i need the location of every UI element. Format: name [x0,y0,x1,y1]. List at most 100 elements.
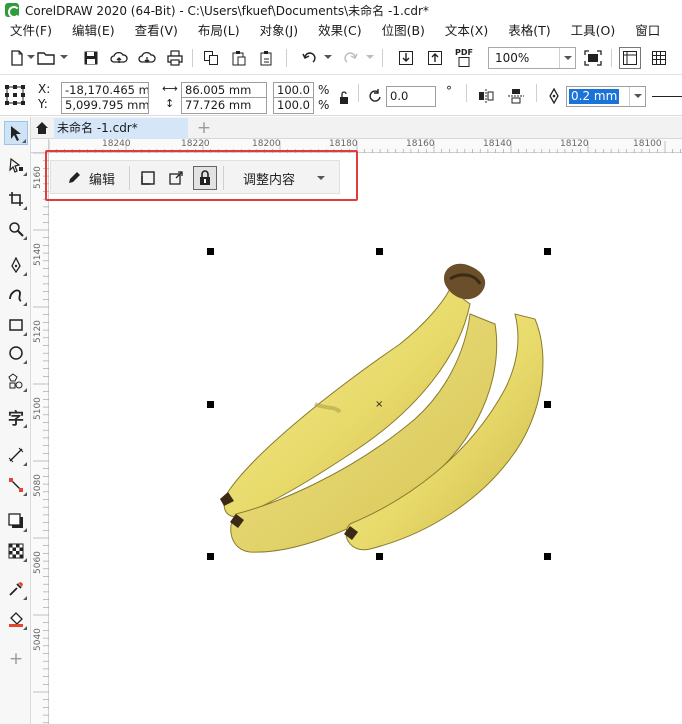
chevron-down-icon [317,176,325,180]
eyedropper-tool-icon[interactable] [4,577,28,601]
crop-frame-icon[interactable] [137,166,159,190]
drop-shadow-tool-icon[interactable] [4,509,28,533]
show-grid-icon[interactable] [648,47,670,69]
open-folder-icon[interactable] [35,47,57,69]
selection-handle-left[interactable] [207,401,214,408]
copy-icon[interactable] [200,47,222,69]
menu-layout[interactable]: 布局(L) [188,20,250,42]
propbar-separator [358,84,359,102]
freehand-tool-icon[interactable] [4,253,28,277]
zoom-dropdown-icon[interactable] [559,48,575,68]
selection-handle-top-left[interactable] [207,248,214,255]
reference-point-icon[interactable] [4,84,26,106]
interactive-fill-tool-icon[interactable] [4,607,28,631]
polygon-tool-icon[interactable] [4,369,28,393]
ruler-label: 18120 [560,139,589,149]
menu-tools[interactable]: 工具(O) [561,20,626,42]
menu-view[interactable]: 查看(V) [125,20,188,42]
menu-file[interactable]: 文件(F) [0,20,62,42]
standard-toolbar: PDF [0,42,682,75]
menu-window[interactable]: 窗口 [625,20,670,42]
ruler-label: 18220 [181,139,210,149]
menu-effects[interactable]: 效果(C) [308,20,371,42]
y-position-field[interactable]: 5,099.795 mm [61,97,149,114]
rectangle-tool-icon[interactable] [4,313,28,337]
cloud-upload-icon[interactable] [108,47,130,69]
outline-width-combobox[interactable]: 0.2 mm [566,86,646,107]
export-icon[interactable] [424,47,446,69]
mirror-horizontal-icon[interactable] [475,85,497,107]
ruler-label: 18100 [633,139,662,149]
publish-pdf-button[interactable]: PDF [453,47,475,69]
undo-dropdown-arrow[interactable] [324,55,332,59]
selection-handle-top-right[interactable] [544,248,551,255]
menu-text[interactable]: 文本(X) [435,20,498,42]
lock-content-icon[interactable] [193,166,217,190]
banana-bitmap[interactable] [50,154,682,724]
edit-bitmap-label: 编辑 [88,172,115,188]
paste-special-icon[interactable] [256,47,278,69]
artistic-media-tool-icon[interactable] [4,283,28,307]
open-dropdown-arrow[interactable] [60,55,68,59]
rotation-icon [364,85,386,107]
new-dropdown-arrow[interactable] [27,55,35,59]
selection-handle-top[interactable] [376,248,383,255]
menu-table[interactable]: 表格(T) [498,20,560,42]
transparency-tool-icon[interactable] [4,539,28,563]
window-title: CorelDRAW 2020 (64-Bit) - C:\Users\fkuef… [25,3,429,18]
customize-toolbox-plus-icon[interactable]: + [4,647,28,671]
selection-handle-bottom-left[interactable] [207,553,214,560]
shape-tool-icon[interactable] [4,153,28,177]
pick-tool-icon[interactable] [4,121,28,145]
import-icon[interactable] [395,47,417,69]
cloud-download-icon[interactable] [136,47,158,69]
ellipse-tool-icon[interactable] [4,341,28,365]
outline-width-dropdown-icon[interactable] [629,87,645,106]
scale-y-field[interactable]: 100.0 [273,97,314,114]
height-field[interactable]: 77.726 mm [181,97,267,114]
print-icon[interactable] [164,47,186,69]
undo-icon[interactable] [298,47,320,69]
document-tab[interactable]: 未命名 -1.cdr* [54,118,188,139]
y-label: Y: [38,97,48,111]
ruler-origin[interactable] [31,139,49,153]
menu-object[interactable]: 对象(J) [250,20,308,42]
new-document-icon[interactable] [6,47,28,69]
lock-ratio-icon[interactable] [333,87,355,109]
add-tab-button[interactable]: + [193,117,215,139]
save-icon[interactable] [80,47,102,69]
rotation-angle-field[interactable]: 0.0 [386,86,436,107]
paste-icon[interactable] [228,47,250,69]
menu-edit[interactable]: 编辑(E) [62,20,125,42]
adjust-content-dropdown[interactable]: 调整内容 [229,166,339,190]
horizontal-ruler[interactable]: 18240 18220 18200 18180 18160 18140 1812… [49,139,682,153]
vertical-ruler[interactable]: 5160 5140 5120 5100 5080 5060 5040 [31,153,49,724]
selection-center-mark[interactable]: × [375,400,383,410]
menu-bitmaps[interactable]: 位图(B) [372,20,435,42]
degree-symbol: ° [446,84,452,98]
ruler-label: 5120 [33,320,43,343]
selection-handle-right[interactable] [544,401,551,408]
menu-bar: 文件(F) 编辑(E) 查看(V) 布局(L) 对象(J) 效果(C) 位图(B… [0,20,682,42]
extract-content-icon[interactable] [165,166,187,190]
toolbar-separator [611,49,612,67]
drawing-canvas[interactable]: × [50,154,682,724]
propbar-separator [536,84,537,102]
selection-handle-bottom[interactable] [376,553,383,560]
show-rulers-icon[interactable] [619,47,641,69]
crop-tool-icon[interactable] [4,187,28,211]
welcome-home-icon[interactable] [31,117,53,139]
line-style-preview[interactable] [652,96,682,97]
zoom-tool-icon[interactable] [4,217,28,241]
edit-bitmap-button[interactable]: 编辑 [59,166,123,190]
connector-tool-icon[interactable] [4,473,28,497]
parallel-dimension-tool-icon[interactable] [4,443,28,467]
full-screen-preview-icon[interactable] [582,47,604,69]
zoom-level-value: 100% [495,51,530,65]
x-label: X: [38,82,51,96]
adjust-content-label: 调整内容 [242,172,295,188]
mirror-vertical-icon[interactable] [505,85,527,107]
selection-handle-bottom-right[interactable] [544,553,551,560]
zoom-level-combobox[interactable]: 100% [488,47,576,69]
text-tool-icon[interactable]: 字 [4,405,28,429]
